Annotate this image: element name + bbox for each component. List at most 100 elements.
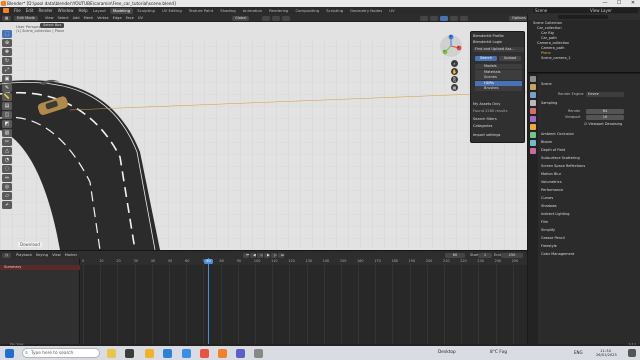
playhead-frame[interactable]: 60 <box>204 258 213 264</box>
poly-build-tool-icon[interactable]: △ <box>2 147 12 155</box>
upload-tab[interactable]: Upload <box>499 56 521 61</box>
menu-face[interactable]: Face <box>126 16 134 20</box>
navigation-gizmo[interactable]: X Y Z <box>439 34 463 58</box>
windows-start-icon[interactable] <box>5 348 14 358</box>
play-reverse-icon[interactable]: ◁ <box>257 252 263 258</box>
outliner-item[interactable]: Camera_collection <box>537 41 569 46</box>
rotate-tool-icon[interactable]: ↻ <box>2 57 12 65</box>
timeline-editor-type-icon[interactable]: ◷ <box>2 252 12 258</box>
snap-icon[interactable] <box>272 15 280 21</box>
task-view-icon[interactable] <box>125 348 134 358</box>
category-brushes[interactable]: Brushes <box>475 86 522 91</box>
rendered-shading-icon[interactable] <box>460 15 468 21</box>
tab-shading[interactable]: Shading <box>217 8 238 14</box>
mode-selector[interactable]: Edit Mode <box>14 15 38 21</box>
perspective-toggle-icon[interactable]: ▦ <box>451 84 458 91</box>
section-motion-blur[interactable]: Motion Blur <box>541 172 561 177</box>
menu-vertex[interactable]: Vertex <box>97 16 109 20</box>
inset-tool-icon[interactable]: ◫ <box>2 111 12 119</box>
taskbar-search-box[interactable]: ⌕ Type here to search <box>22 348 100 358</box>
extrude-tool-icon[interactable]: ▤ <box>2 102 12 110</box>
edge-browser-icon[interactable] <box>163 348 172 358</box>
proportional-icon[interactable] <box>282 15 290 21</box>
view-layer-props-icon[interactable] <box>530 100 536 106</box>
outliner-item[interactable]: Car_collection <box>537 26 562 31</box>
app-icon[interactable] <box>236 348 245 358</box>
xray-icon[interactable] <box>430 15 438 21</box>
playhead-line[interactable] <box>208 258 209 344</box>
tool-props-icon[interactable] <box>530 76 536 82</box>
search-filters-toggle[interactable]: Search filters <box>473 117 497 122</box>
current-frame-field[interactable]: 60 <box>445 252 465 258</box>
section-ambient-occlusion[interactable]: Ambient Occlusion <box>541 132 574 137</box>
section-volumetrics[interactable]: Volumetrics <box>541 180 562 185</box>
zoom-icon[interactable]: ⌕ <box>451 60 458 67</box>
tab-uv-editing[interactable]: UV Editing <box>159 8 185 14</box>
bevel-tool-icon[interactable]: ◩ <box>2 120 12 128</box>
find-upload-assets-bar[interactable]: Find and Upload Ass... <box>473 47 524 52</box>
blender-menu-icon[interactable] <box>3 8 9 13</box>
object-props-icon[interactable] <box>530 124 536 130</box>
menu-select[interactable]: Select <box>58 16 69 20</box>
tab-scripting[interactable]: Scripting <box>323 8 346 14</box>
section-grease-pencil[interactable]: Grease Pencil <box>541 236 565 241</box>
scene-props-icon[interactable] <box>530 108 536 114</box>
output-props-icon[interactable] <box>530 92 536 98</box>
overlay-icon[interactable] <box>420 15 428 21</box>
tab-animation[interactable]: Animation <box>240 8 265 14</box>
section-freestyle[interactable]: Freestyle <box>541 244 557 249</box>
options-button[interactable]: Options <box>509 15 529 21</box>
blenderkit-profile-label[interactable]: Blenderkit Profile <box>473 34 504 39</box>
modifier-props-icon[interactable] <box>530 132 536 138</box>
section-shadows[interactable]: Shadows <box>541 204 557 209</box>
select-box-tool-header[interactable]: Select Box <box>40 23 65 28</box>
tab-sculpting[interactable]: Sculpting <box>134 8 158 14</box>
section-curves[interactable]: Curves <box>541 196 553 201</box>
knife-tool-icon[interactable]: ✂ <box>2 138 12 146</box>
section-ssr[interactable]: Screen Space Reflections <box>541 164 585 169</box>
menu-render[interactable]: Render <box>38 8 52 13</box>
viewport-samples-field[interactable]: 16 <box>586 115 624 120</box>
prev-key-icon[interactable]: ◀ <box>250 252 256 258</box>
category-materials[interactable]: Materials <box>475 69 522 75</box>
section-performance[interactable]: Performance <box>541 188 563 193</box>
section-color-management[interactable]: Color Management <box>541 252 574 257</box>
edge-slide-tool-icon[interactable]: ⇔ <box>2 174 12 182</box>
tab-uv[interactable]: UV <box>386 8 397 14</box>
outliner-item[interactable]: Car_path <box>541 36 557 41</box>
loop-cut-tool-icon[interactable]: ▥ <box>2 129 12 137</box>
file-explorer-icon[interactable] <box>145 348 154 358</box>
search-tab[interactable]: Search <box>475 56 497 61</box>
menu-help[interactable]: Help <box>78 8 87 13</box>
jump-end-icon[interactable]: ⏭ <box>278 252 284 258</box>
menu-marker[interactable]: Marker <box>65 253 77 257</box>
category-hdrs[interactable]: HDRs <box>475 80 522 86</box>
cursor-tool-icon[interactable]: ⊕ <box>2 39 12 47</box>
menu-edge[interactable]: Edge <box>113 16 122 20</box>
scene-selector[interactable]: Scene <box>533 8 588 13</box>
section-film[interactable]: Film <box>541 220 548 225</box>
clock-time[interactable]: 11:34 <box>600 348 611 353</box>
transform-orientation[interactable]: Global <box>232 15 250 21</box>
tab-layout[interactable]: Layout <box>90 8 109 14</box>
blenderkit-login-label[interactable]: Blenderkit Login <box>473 40 502 45</box>
import-settings-toggle[interactable]: Import settings <box>473 133 500 138</box>
measure-tool-icon[interactable]: 📏 <box>2 93 12 101</box>
tab-geometry-nodes[interactable]: Geometry Nodes <box>347 8 385 14</box>
section-indirect-lighting[interactable]: Indirect Lighting <box>541 212 570 217</box>
section-subsurface[interactable]: Subsurface Scattering <box>541 156 580 161</box>
outliner-scene-collection[interactable]: Scene Collection <box>533 21 562 26</box>
annotate-tool-icon[interactable]: ✎ <box>2 84 12 92</box>
office-icon[interactable] <box>200 348 209 358</box>
editor-type-button[interactable]: ▦ <box>2 15 12 21</box>
clock-date[interactable]: 26/01/2023 <box>596 353 617 357</box>
render-props-icon[interactable] <box>530 84 536 90</box>
world-props-icon[interactable] <box>530 116 536 122</box>
pivot-icon[interactable] <box>262 15 270 21</box>
menu-window[interactable]: Window <box>58 8 74 13</box>
next-key-icon[interactable]: ▷ <box>271 252 277 258</box>
desktop-label[interactable]: Desktop <box>438 350 456 355</box>
menu-uv[interactable]: UV <box>138 16 143 20</box>
tab-modeling[interactable]: Modeling <box>109 7 134 14</box>
minimize-button[interactable]: — <box>598 0 612 7</box>
